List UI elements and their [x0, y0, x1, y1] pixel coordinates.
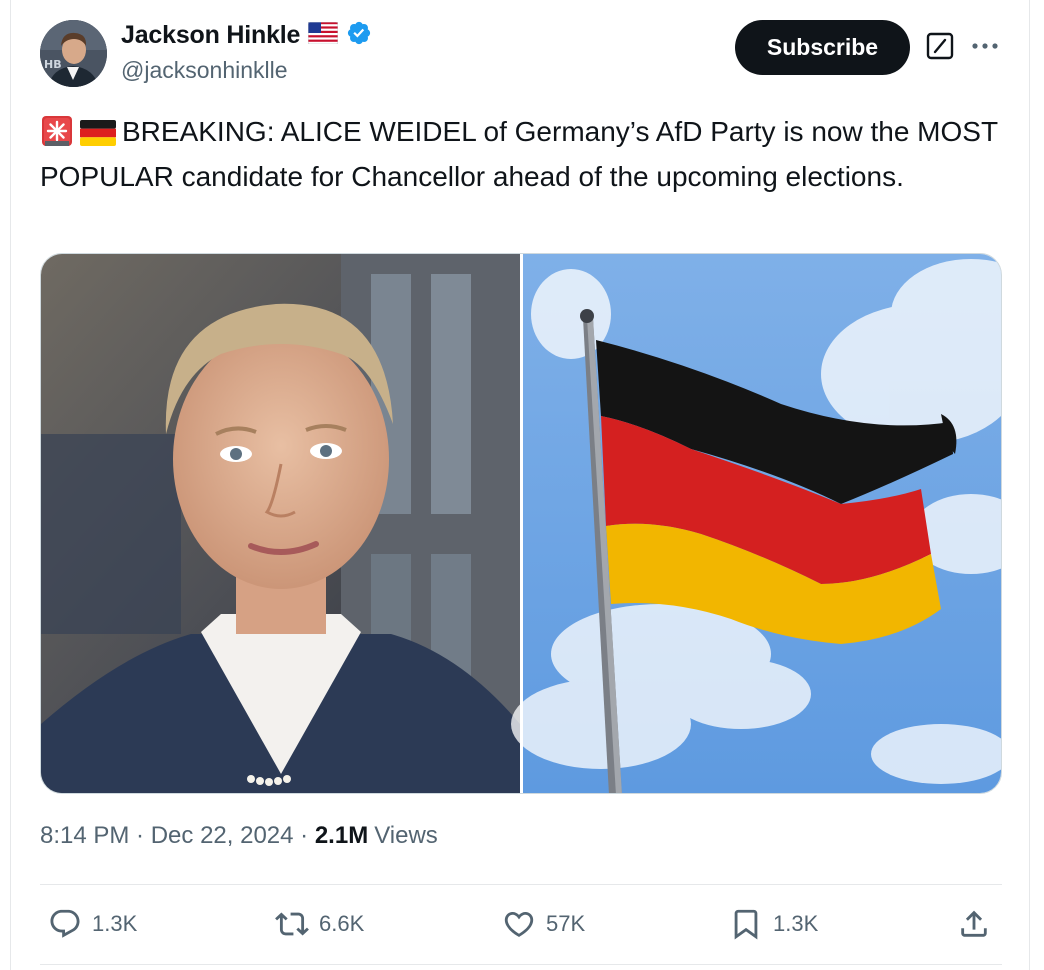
- subscribe-button[interactable]: Subscribe: [735, 20, 910, 75]
- tweet-text-block: BREAKING: ALICE WEIDEL of Germany’s AfD …: [40, 112, 1000, 197]
- verified-badge-icon[interactable]: [346, 20, 372, 51]
- svg-text:HB: HB: [44, 58, 62, 71]
- more-icon[interactable]: [968, 36, 1002, 56]
- reply-count: 1.3K: [92, 911, 138, 936]
- portrait-photo[interactable]: [41, 254, 520, 794]
- author-display-name[interactable]: Jackson Hinkle: [121, 21, 300, 50]
- author-name-row: Jackson Hinkle: [121, 20, 372, 51]
- meta-separator: ·: [129, 822, 151, 849]
- like-count: 57K: [546, 911, 586, 936]
- retweet-icon: [275, 912, 309, 936]
- us-flag-icon: [307, 21, 339, 49]
- author-handle[interactable]: @jacksonhinklle: [121, 57, 288, 84]
- siren-icon: [40, 116, 74, 157]
- meta-separator: ·: [293, 822, 315, 849]
- like-button[interactable]: 57K: [502, 903, 585, 945]
- heart-icon: [504, 911, 534, 937]
- bookmark-button[interactable]: 1.3K: [729, 903, 818, 945]
- tweet-meta-row: 8:14 PM · Dec 22, 2024 · 2.1M Views: [40, 822, 438, 850]
- share-icon: [961, 910, 987, 937]
- tweet-text: BREAKING: ALICE WEIDEL of Germany’s AfD …: [40, 116, 998, 192]
- divider: [40, 964, 1002, 965]
- avatar[interactable]: HB: [40, 20, 107, 87]
- bookmark-count: 1.3K: [773, 911, 819, 936]
- retweet-button[interactable]: 6.6K: [275, 903, 364, 945]
- bookmark-icon: [734, 909, 758, 940]
- germany-flag-icon: [80, 117, 116, 157]
- reply-button[interactable]: 1.3K: [48, 903, 137, 945]
- grok-icon[interactable]: [926, 32, 954, 60]
- media-grid[interactable]: [40, 253, 1002, 794]
- retweet-count: 6.6K: [319, 911, 365, 936]
- german-flag-photo[interactable]: [511, 254, 1002, 794]
- share-button[interactable]: [957, 903, 991, 945]
- reply-icon: [50, 909, 80, 938]
- tweet-date[interactable]: Dec 22, 2024: [151, 822, 294, 850]
- tweet-time[interactable]: 8:14 PM: [40, 822, 129, 850]
- divider: [40, 884, 1002, 885]
- views-count: 2.1M: [314, 822, 369, 849]
- views-label: Views: [374, 822, 438, 849]
